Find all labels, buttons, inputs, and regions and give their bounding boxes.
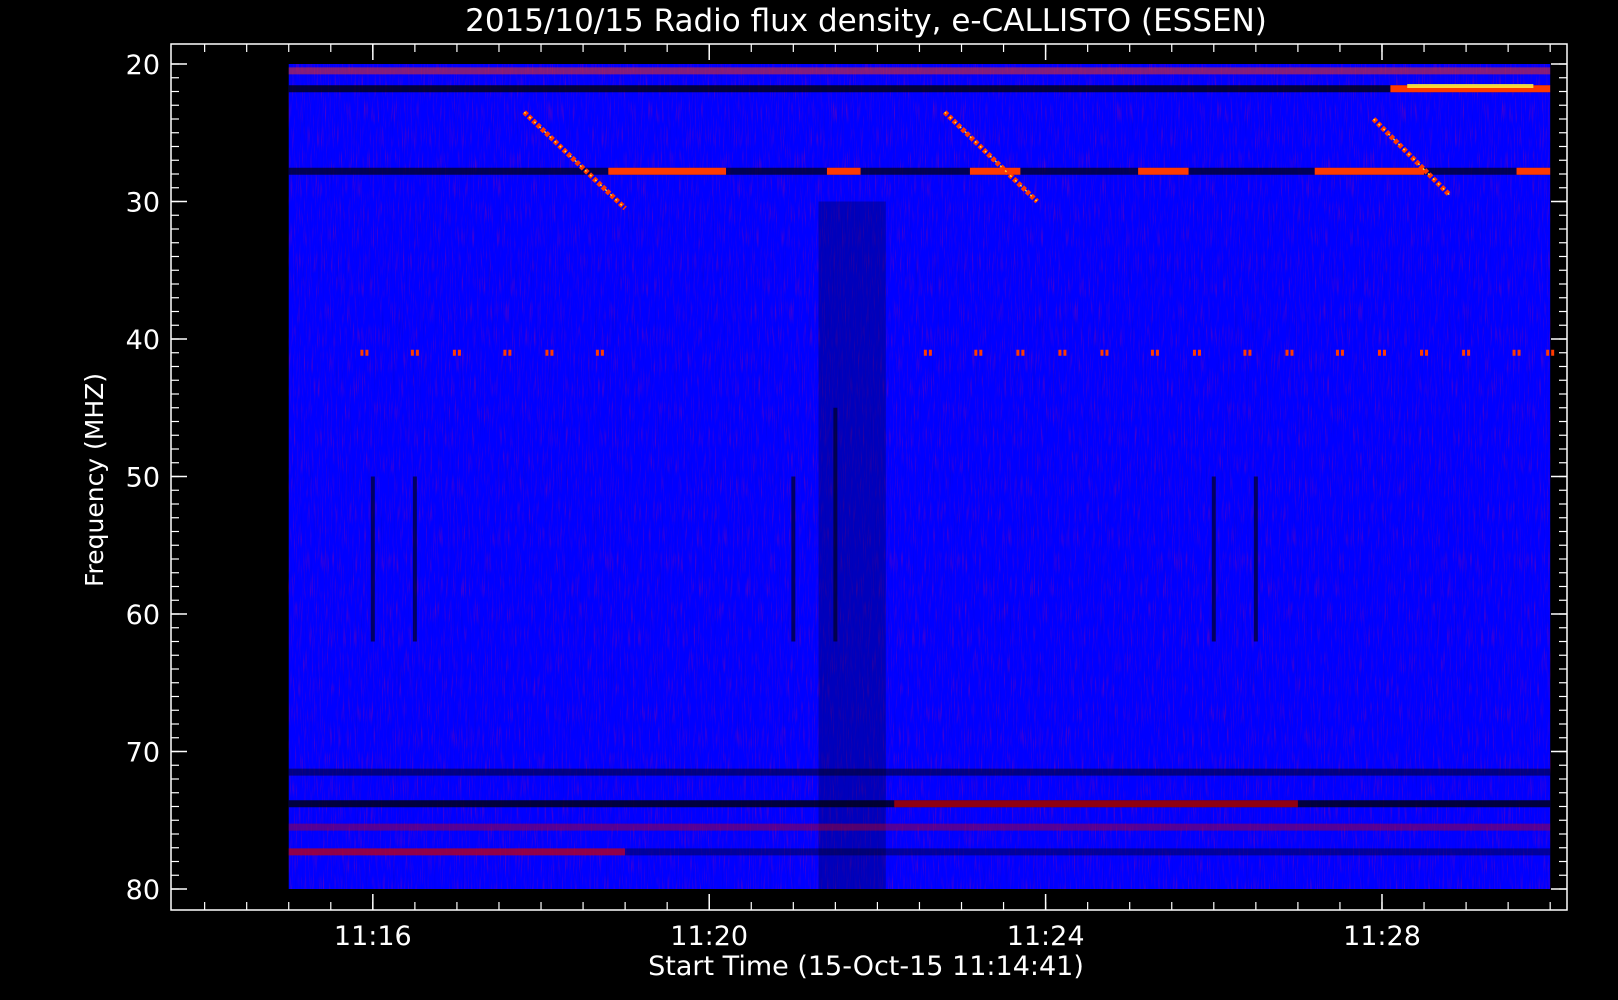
y-axis-label: Frequency (MHZ) [80,373,109,587]
periodic-dot [1058,349,1062,356]
horizontal-band [288,85,1551,93]
periodic-dot [1016,349,1020,356]
periodic-dot [928,349,932,356]
periodic-dot [1197,349,1201,356]
y-tick-label: 60 [126,600,160,631]
periodic-dot [1382,349,1386,356]
y-tick-label: 20 [126,50,160,81]
heatmap-noise-dark [288,64,1551,889]
periodic-dot [503,349,507,356]
horizontal-band [625,848,1551,856]
periodic-dot [550,349,554,356]
periodic-dot [1105,349,1109,356]
periodic-dot [1290,349,1294,356]
periodic-dot [1425,349,1429,356]
periodic-dot [1155,349,1159,356]
horizontal-band [1314,167,1425,175]
x-tick-label: 11:16 [334,921,412,952]
horizontal-band [288,823,1551,831]
periodic-dot [595,349,599,356]
y-tick-label: 80 [126,875,160,906]
periodic-dot [1546,349,1550,356]
dark-vertical-stripe [412,476,417,642]
periodic-dot [923,349,927,356]
dark-vertical-stripe [370,476,375,642]
periodic-dot [1462,349,1466,356]
periodic-dot [1335,349,1339,356]
dark-vertical-stripe [1211,476,1216,642]
periodic-dot [365,349,369,356]
dark-vertical-stripe [1253,476,1258,642]
y-tick-label: 70 [126,738,160,769]
horizontal-band [288,768,1551,776]
periodic-dot [600,349,604,356]
periodic-dot [1551,349,1555,356]
periodic-dot [360,349,364,356]
horizontal-band [894,800,1298,808]
periodic-dot [979,349,983,356]
x-axis-label: Start Time (15-Oct-15 11:14:41) [648,951,1084,982]
horizontal-band [1516,167,1551,175]
periodic-dot [1517,349,1521,356]
spectrogram-heatmap [288,64,1555,889]
y-tick-label: 50 [126,463,160,494]
periodic-dot [457,349,461,356]
periodic-dot [452,349,456,356]
horizontal-band [608,167,727,175]
periodic-dot [1340,349,1344,356]
periodic-dot [508,349,512,356]
y-tick-label: 30 [126,188,160,219]
periodic-dot [1467,349,1471,356]
chart-title: 2015/10/15 Radio flux density, e-CALLIST… [465,3,1267,39]
horizontal-band [826,167,861,175]
horizontal-band [288,848,626,856]
periodic-dot [1192,349,1196,356]
dim-region [818,201,886,889]
horizontal-band [288,67,1551,75]
periodic-dot [410,349,414,356]
y-tick-label: 40 [126,325,160,356]
periodic-dot [1248,349,1252,356]
periodic-dot [1021,349,1025,356]
periodic-dot [1243,349,1247,356]
dark-vertical-stripe [791,476,796,642]
x-tick-label: 11:28 [1343,921,1421,952]
periodic-dot [545,349,549,356]
horizontal-band [1407,84,1534,88]
horizontal-band [1138,167,1189,175]
periodic-dot [1285,349,1289,356]
periodic-dot [1100,349,1104,356]
x-tick-label: 11:20 [670,921,748,952]
periodic-dot [974,349,978,356]
dark-vertical-stripe [833,407,838,642]
periodic-dot [1377,349,1381,356]
periodic-dot [1150,349,1154,356]
periodic-dot [1512,349,1516,356]
periodic-dot [1420,349,1424,356]
periodic-dot [415,349,419,356]
radio-spectrogram-chart: 2015/10/15 Radio flux density, e-CALLIST… [80,3,1568,982]
horizontal-band [969,167,1021,175]
periodic-dot [1063,349,1067,356]
x-tick-label: 11:24 [1007,921,1085,952]
